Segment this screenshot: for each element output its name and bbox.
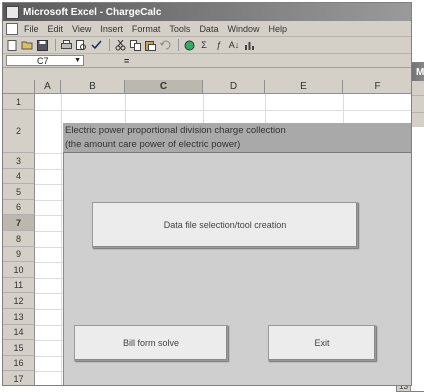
menu-window[interactable]: Window: [227, 24, 259, 34]
row-header-16[interactable]: 16: [3, 356, 35, 371]
datafile-tool-creation-button[interactable]: Data file selection/tool creation: [92, 202, 358, 248]
row-header-7[interactable]: 7: [3, 215, 35, 231]
cut-icon[interactable]: [114, 39, 126, 51]
save-icon[interactable]: [36, 39, 48, 51]
formula-equals-sign[interactable]: =: [124, 56, 129, 66]
standard-toolbar: Σ ƒ A↓: [3, 37, 411, 54]
title-bar[interactable]: Microsoft Excel - ChargeCalc: [3, 3, 411, 21]
excel-app-icon: [6, 5, 19, 19]
toolbar-separator: [178, 39, 179, 51]
row-header-17[interactable]: 17: [3, 371, 35, 385]
column-header-b[interactable]: B: [61, 80, 125, 94]
window-title: Microsoft Excel - ChargeCalc: [23, 6, 162, 18]
grid-column-line: [61, 94, 62, 385]
menu-format[interactable]: Format: [132, 24, 161, 34]
sort-icon[interactable]: A↓: [228, 39, 240, 51]
exit-button[interactable]: Exit: [268, 325, 376, 361]
column-header-c[interactable]: C: [125, 80, 203, 94]
menu-data[interactable]: Data: [199, 24, 218, 34]
formula-bar: C7 ▼ =: [3, 54, 411, 68]
row-header-8[interactable]: 8: [3, 231, 35, 247]
row-header-6[interactable]: 6: [3, 200, 35, 215]
column-header-e[interactable]: E: [265, 80, 343, 94]
row-header-2[interactable]: 2: [3, 110, 35, 153]
row-header-15[interactable]: 15: [3, 340, 35, 356]
header-title-line1: Electric power proportional division cha…: [65, 125, 286, 136]
print-icon[interactable]: [60, 39, 72, 51]
header-title-line2: (the amount care power of electric power…: [65, 139, 241, 150]
row-header-3[interactable]: 3: [3, 153, 35, 169]
toolbar-separator: [55, 39, 56, 51]
print-preview-icon[interactable]: [75, 39, 87, 51]
sheet-header-band: Electric power proportional division cha…: [63, 123, 411, 153]
column-header-f[interactable]: F: [343, 80, 411, 94]
name-box-value: C7: [37, 55, 49, 66]
name-box[interactable]: C7 ▼: [6, 55, 84, 66]
new-icon[interactable]: [6, 39, 18, 51]
undo-icon[interactable]: [159, 39, 171, 51]
column-header-a[interactable]: A: [35, 80, 61, 94]
row-header-11[interactable]: 11: [3, 278, 35, 293]
chevron-down-icon[interactable]: ▼: [74, 57, 81, 64]
select-all-corner[interactable]: [3, 80, 35, 94]
row-header-12[interactable]: 12: [3, 293, 35, 309]
row-header-10[interactable]: 10: [3, 262, 35, 278]
chart-icon[interactable]: [243, 39, 255, 51]
row-header-4[interactable]: 4: [3, 169, 35, 184]
menu-insert[interactable]: Insert: [100, 24, 123, 34]
column-header-d[interactable]: D: [203, 80, 265, 94]
bill-form-solve-button[interactable]: Bill form solve: [74, 325, 228, 361]
toolbar-separator: [109, 39, 110, 51]
row-header-14[interactable]: 14: [3, 325, 35, 340]
open-icon[interactable]: [21, 39, 33, 51]
hyperlink-icon[interactable]: [183, 39, 195, 51]
paste-icon[interactable]: [144, 39, 156, 51]
function-icon[interactable]: ƒ: [213, 39, 225, 51]
row-header-5[interactable]: 5: [3, 184, 35, 200]
copy-icon[interactable]: [129, 39, 141, 51]
autosum-icon[interactable]: Σ: [198, 39, 210, 51]
row-header-1[interactable]: 1: [3, 94, 35, 110]
menu-tools[interactable]: Tools: [169, 24, 190, 34]
menu-bar: File Edit View Insert Format Tools Data …: [3, 21, 411, 37]
document-icon[interactable]: [6, 22, 18, 35]
menu-help[interactable]: Help: [268, 24, 287, 34]
background-window-title: M: [416, 66, 424, 78]
grid-row-line: [35, 110, 411, 111]
spelling-icon[interactable]: [90, 39, 102, 51]
row-header-13[interactable]: 13: [3, 309, 35, 325]
menu-edit[interactable]: Edit: [48, 24, 64, 34]
menu-view[interactable]: View: [72, 24, 91, 34]
menu-file[interactable]: File: [24, 24, 39, 34]
row-header-9[interactable]: 9: [3, 247, 35, 262]
